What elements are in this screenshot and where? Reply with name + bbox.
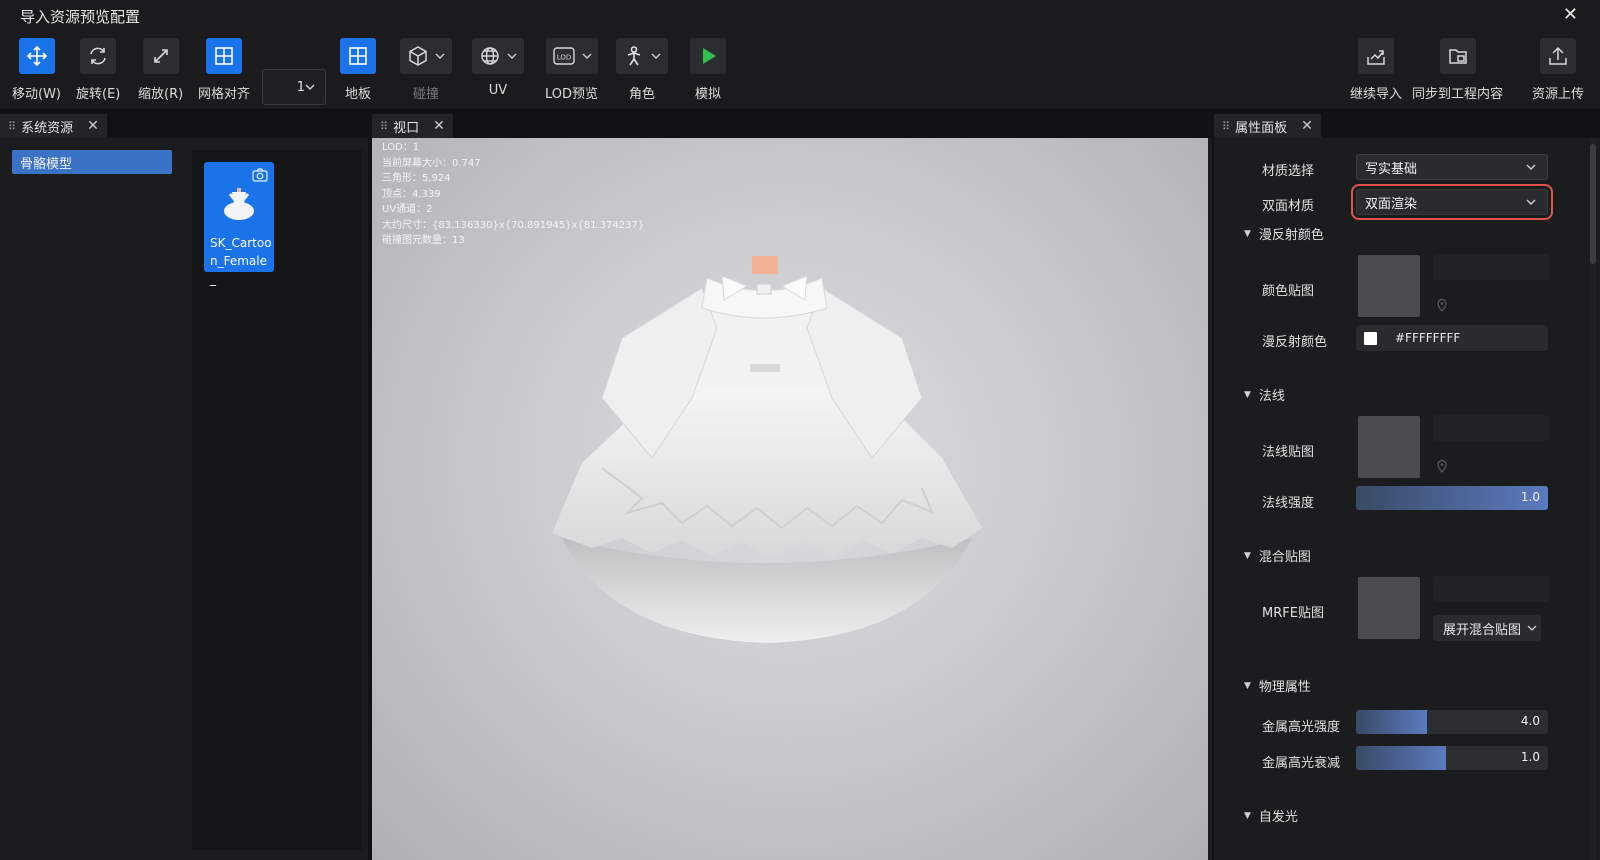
- tree-item-skeletal-model[interactable]: 骨骼模型: [12, 150, 172, 174]
- grid-icon: [206, 38, 242, 74]
- floor-grid-icon: [340, 38, 376, 74]
- material-select-dropdown[interactable]: 写实基础: [1356, 154, 1548, 180]
- tab-properties[interactable]: ⠿ 属性面板 ✕: [1214, 114, 1321, 138]
- color-map-path-field[interactable]: [1433, 254, 1549, 280]
- collision-cube-icon: [400, 38, 452, 74]
- expand-mix-map-dropdown[interactable]: 展开混合贴图: [1433, 615, 1541, 641]
- uv-button[interactable]: UV: [472, 38, 524, 98]
- upload-button[interactable]: 资源上传: [1532, 38, 1584, 102]
- folder-sync-icon: [1439, 38, 1476, 74]
- diffuse-color-field[interactable]: #FFFFFFFF: [1356, 325, 1548, 351]
- chevron-down-icon: [1526, 164, 1536, 170]
- import-chart-icon: [1358, 38, 1394, 74]
- asset-grid: SK_Cartoon_Female_: [192, 150, 362, 850]
- viewport-panel: ⠿ 视口 ✕ LOD：1 当前屏幕大小：0.747 三角形：5,924 顶点：4…: [372, 110, 1212, 860]
- locate-pin-icon[interactable]: [1436, 459, 1448, 473]
- color-map-label: 颜色贴图: [1262, 284, 1315, 299]
- viewport-stats: LOD：1 当前屏幕大小：0.747 三角形：5,924 顶点：4,339 UV…: [382, 142, 645, 246]
- normal-strength-label: 法线强度: [1262, 496, 1315, 511]
- section-emissive[interactable]: ▼ 自发光: [1244, 806, 1298, 825]
- close-tab-icon[interactable]: ✕: [87, 118, 99, 134]
- drag-handle-icon[interactable]: ⠿: [8, 120, 16, 133]
- close-tab-icon[interactable]: ✕: [433, 118, 445, 134]
- collapse-triangle-icon: ▼: [1244, 550, 1251, 561]
- normal-map-path-field[interactable]: [1433, 415, 1549, 441]
- normal-map-slot[interactable]: [1358, 416, 1420, 478]
- locate-pin-icon[interactable]: [1436, 298, 1448, 312]
- scale-icon: [142, 38, 179, 74]
- normal-strength-fill: [1356, 486, 1548, 510]
- properties-scrollbar[interactable]: [1590, 138, 1596, 860]
- role-button[interactable]: 角色: [616, 38, 668, 102]
- material-select-label: 材质选择: [1262, 164, 1315, 179]
- mrfe-map-label: MRFE贴图: [1262, 606, 1324, 621]
- section-physics[interactable]: ▼ 物理属性: [1244, 676, 1311, 695]
- double-sided-label: 双面材质: [1262, 199, 1315, 214]
- scrollbar-thumb[interactable]: [1590, 144, 1596, 264]
- chevron-down-icon: [305, 84, 315, 90]
- floor-toggle-button[interactable]: 地板: [340, 38, 376, 102]
- close-window-button[interactable]: ✕: [1563, 4, 1578, 25]
- collapse-triangle-icon: ▼: [1244, 810, 1251, 821]
- system-assets-panel: ⠿ 系统资源 ✕ 骨骼模型 SK_Cartoon_Female_: [0, 110, 368, 860]
- play-icon: [690, 38, 726, 74]
- sync-project-button[interactable]: 同步到工程内容: [1412, 38, 1503, 102]
- metal-spec-slider[interactable]: 4.0: [1356, 710, 1548, 734]
- window-title: 导入资源预览配置: [20, 8, 141, 26]
- tab-viewport[interactable]: ⠿ 视口 ✕: [372, 114, 453, 138]
- simulate-button[interactable]: 模拟: [690, 38, 726, 102]
- lod-preview-button[interactable]: LOD LOD预览: [545, 38, 598, 102]
- properties-panel: ⠿ 属性面板 ✕ 材质选择 写实基础 双面材质 双面渲染 ▼ 漫反射颜色 颜色贴…: [1214, 110, 1600, 860]
- collapse-triangle-icon: ▼: [1244, 389, 1251, 400]
- normal-strength-slider[interactable]: 1.0: [1356, 486, 1548, 510]
- 3d-viewport[interactable]: LOD：1 当前屏幕大小：0.747 三角形：5,924 顶点：4,339 UV…: [372, 138, 1208, 860]
- collapse-triangle-icon: ▼: [1244, 680, 1251, 691]
- asset-card[interactable]: SK_Cartoon_Female_: [204, 162, 274, 286]
- svg-text:LOD: LOD: [556, 54, 571, 62]
- mrfe-map-path-field[interactable]: [1433, 576, 1549, 602]
- metal-spec-fill: [1356, 710, 1428, 734]
- collision-button[interactable]: 碰撞: [400, 38, 452, 102]
- color-map-slot[interactable]: [1358, 255, 1420, 317]
- rotate-icon: [80, 38, 117, 74]
- person-icon: [616, 38, 668, 74]
- double-sided-dropdown[interactable]: 双面渲染: [1351, 184, 1553, 220]
- uv-sphere-icon: [472, 38, 524, 74]
- collapse-triangle-icon: ▼: [1244, 228, 1251, 239]
- diffuse-color-label: 漫反射颜色: [1262, 335, 1328, 350]
- color-swatch[interactable]: [1364, 331, 1377, 345]
- chevron-down-icon: [1527, 625, 1537, 631]
- section-normal[interactable]: ▼ 法线: [1244, 385, 1285, 404]
- drag-handle-icon[interactable]: ⠿: [1222, 120, 1230, 133]
- metal-decay-label: 金属高光衰减: [1262, 756, 1341, 771]
- toolbar: 移动(W) 旋转(E) 缩放(R) 网格对齐 1 地板 碰撞 UV LOD LO…: [0, 30, 1600, 110]
- chevron-down-icon: [1526, 199, 1536, 205]
- continue-import-button[interactable]: 继续导入: [1350, 38, 1402, 102]
- scale-tool-button[interactable]: 缩放(R): [138, 38, 183, 102]
- asset-tree: 骨骼模型: [0, 138, 180, 860]
- metal-decay-slider[interactable]: 1.0: [1356, 746, 1548, 770]
- dress-thumbnail-icon: [224, 188, 254, 220]
- section-diffuse[interactable]: ▼ 漫反射颜色: [1244, 224, 1324, 243]
- dress-model: [552, 256, 982, 643]
- rotate-tool-button[interactable]: 旋转(E): [76, 38, 120, 102]
- camera-icon[interactable]: [252, 168, 268, 182]
- move-tool-button[interactable]: 移动(W): [12, 38, 61, 102]
- grid-size-dropdown[interactable]: 1: [262, 69, 326, 105]
- mrfe-map-slot[interactable]: [1358, 577, 1420, 639]
- upload-icon: [1540, 38, 1576, 74]
- move-icon: [18, 38, 55, 74]
- metal-spec-label: 金属高光强度: [1262, 720, 1341, 735]
- grid-align-button[interactable]: 网格对齐: [198, 38, 250, 102]
- tab-system-assets[interactable]: ⠿ 系统资源 ✕: [0, 114, 107, 138]
- metal-decay-fill: [1356, 746, 1447, 770]
- lod-icon: LOD: [545, 38, 598, 74]
- properties-content: 材质选择 写实基础 双面材质 双面渲染 ▼ 漫反射颜色 颜色贴图 漫反射颜色 #…: [1214, 138, 1600, 860]
- title-bar: 导入资源预览配置 ✕: [0, 0, 1600, 30]
- drag-handle-icon[interactable]: ⠿: [380, 120, 388, 133]
- section-mix-map[interactable]: ▼ 混合贴图: [1244, 546, 1311, 565]
- close-tab-icon[interactable]: ✕: [1301, 118, 1313, 134]
- normal-map-label: 法线贴图: [1262, 445, 1315, 460]
